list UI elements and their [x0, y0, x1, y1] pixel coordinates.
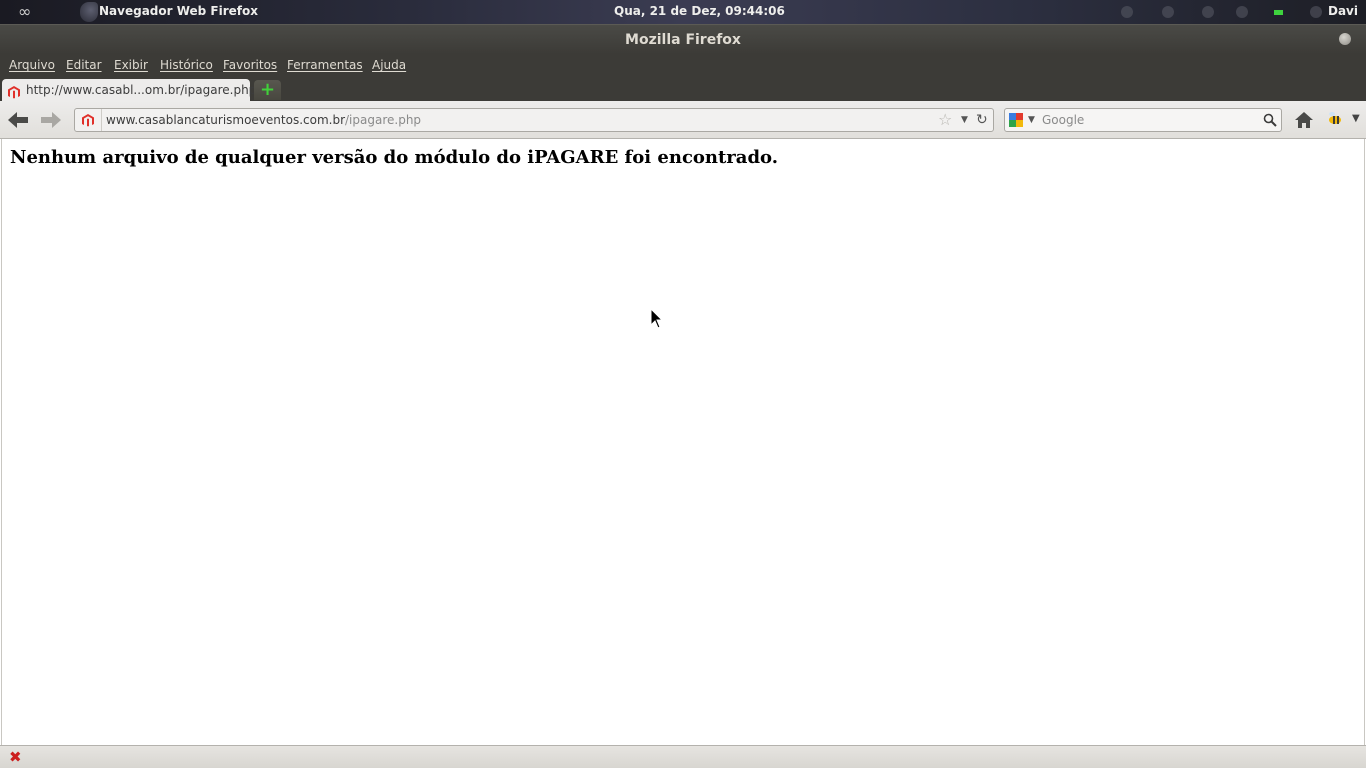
search-bar[interactable]: ▼ Google — [1004, 108, 1282, 132]
menu-historico[interactable]: Histórico — [160, 58, 213, 72]
menu-bar: Arquivo Editar Exibir Histórico Favorito… — [0, 54, 1366, 78]
url-text[interactable]: www.casablancaturismoeventos.com.br/ipag… — [106, 109, 421, 131]
menu-ajuda[interactable]: Ajuda — [372, 58, 406, 72]
history-dropdown-icon[interactable]: ▼ — [961, 109, 968, 131]
search-icon[interactable] — [1263, 112, 1277, 134]
page-heading: Nenhum arquivo de qualquer versão do mód… — [10, 147, 778, 168]
pen-icon[interactable] — [1236, 6, 1248, 18]
tab-active[interactable]: http://www.casabl...om.br/ipagare.php — [2, 79, 256, 103]
back-arrow-icon[interactable] — [7, 111, 29, 132]
tab-strip: http://www.casabl...om.br/ipagare.php — [0, 78, 1366, 103]
system-top-panel: ∞ Navegador Web Firefox Qua, 21 de Dez, … — [0, 0, 1366, 24]
menu-arquivo[interactable]: Arquivo — [9, 58, 55, 72]
navigation-toolbar: www.casablancaturismoeventos.com.br/ipag… — [0, 101, 1366, 139]
battery-icon[interactable] — [1274, 10, 1283, 15]
user-name[interactable]: Davi — [1328, 4, 1358, 18]
addon-bar: ✖ — [0, 745, 1366, 768]
volume-icon[interactable] — [1202, 6, 1214, 18]
window-control-icon[interactable] — [1339, 33, 1351, 45]
engine-dropdown-icon[interactable]: ▼ — [1028, 109, 1035, 131]
url-path: /ipagare.php — [345, 113, 422, 127]
toolbar-menu-dropdown-icon[interactable]: ▼ — [1352, 113, 1360, 124]
menu-editar[interactable]: Editar — [66, 58, 102, 72]
url-bar[interactable]: www.casablancaturismoeventos.com.br/ipag… — [74, 108, 994, 132]
reload-icon[interactable]: ↻ — [976, 109, 988, 131]
home-icon[interactable] — [1294, 111, 1314, 132]
site-identity-button[interactable] — [75, 109, 102, 131]
mouse-cursor-icon — [650, 307, 664, 333]
tab-title: http://www.casabl...om.br/ipagare.php — [26, 83, 257, 97]
app-indicator-icon — [80, 2, 98, 22]
menu-exibir[interactable]: Exibir — [114, 58, 148, 72]
new-tab-button[interactable]: + — [254, 80, 281, 100]
forward-arrow-icon[interactable] — [40, 111, 62, 132]
close-addon-bar-icon[interactable]: ✖ — [9, 748, 22, 766]
bookmark-star-icon[interactable]: ☆ — [938, 109, 952, 131]
system-clock[interactable]: Qua, 21 de Dez, 09:44:06 — [614, 4, 785, 18]
dash-home-icon[interactable]: ∞ — [18, 4, 40, 20]
window-title-bar[interactable]: Mozilla Firefox — [0, 24, 1366, 54]
active-app-name[interactable]: Navegador Web Firefox — [99, 4, 258, 18]
google-engine-icon[interactable] — [1008, 112, 1024, 128]
url-domain: www.casablancaturismoeventos.com.br — [106, 113, 346, 127]
addon-bee-icon[interactable] — [1326, 111, 1344, 130]
search-placeholder: Google — [1042, 113, 1085, 127]
page-content: Nenhum arquivo de qualquer versão do mód… — [1, 139, 1365, 745]
menu-ferramentas[interactable]: Ferramentas — [287, 58, 363, 72]
messaging-icon[interactable] — [1162, 6, 1174, 18]
window-title: Mozilla Firefox — [625, 32, 741, 48]
user-status-icon[interactable] — [1310, 6, 1322, 18]
menu-favoritos[interactable]: Favoritos — [223, 58, 277, 72]
network-icon[interactable] — [1121, 6, 1133, 18]
